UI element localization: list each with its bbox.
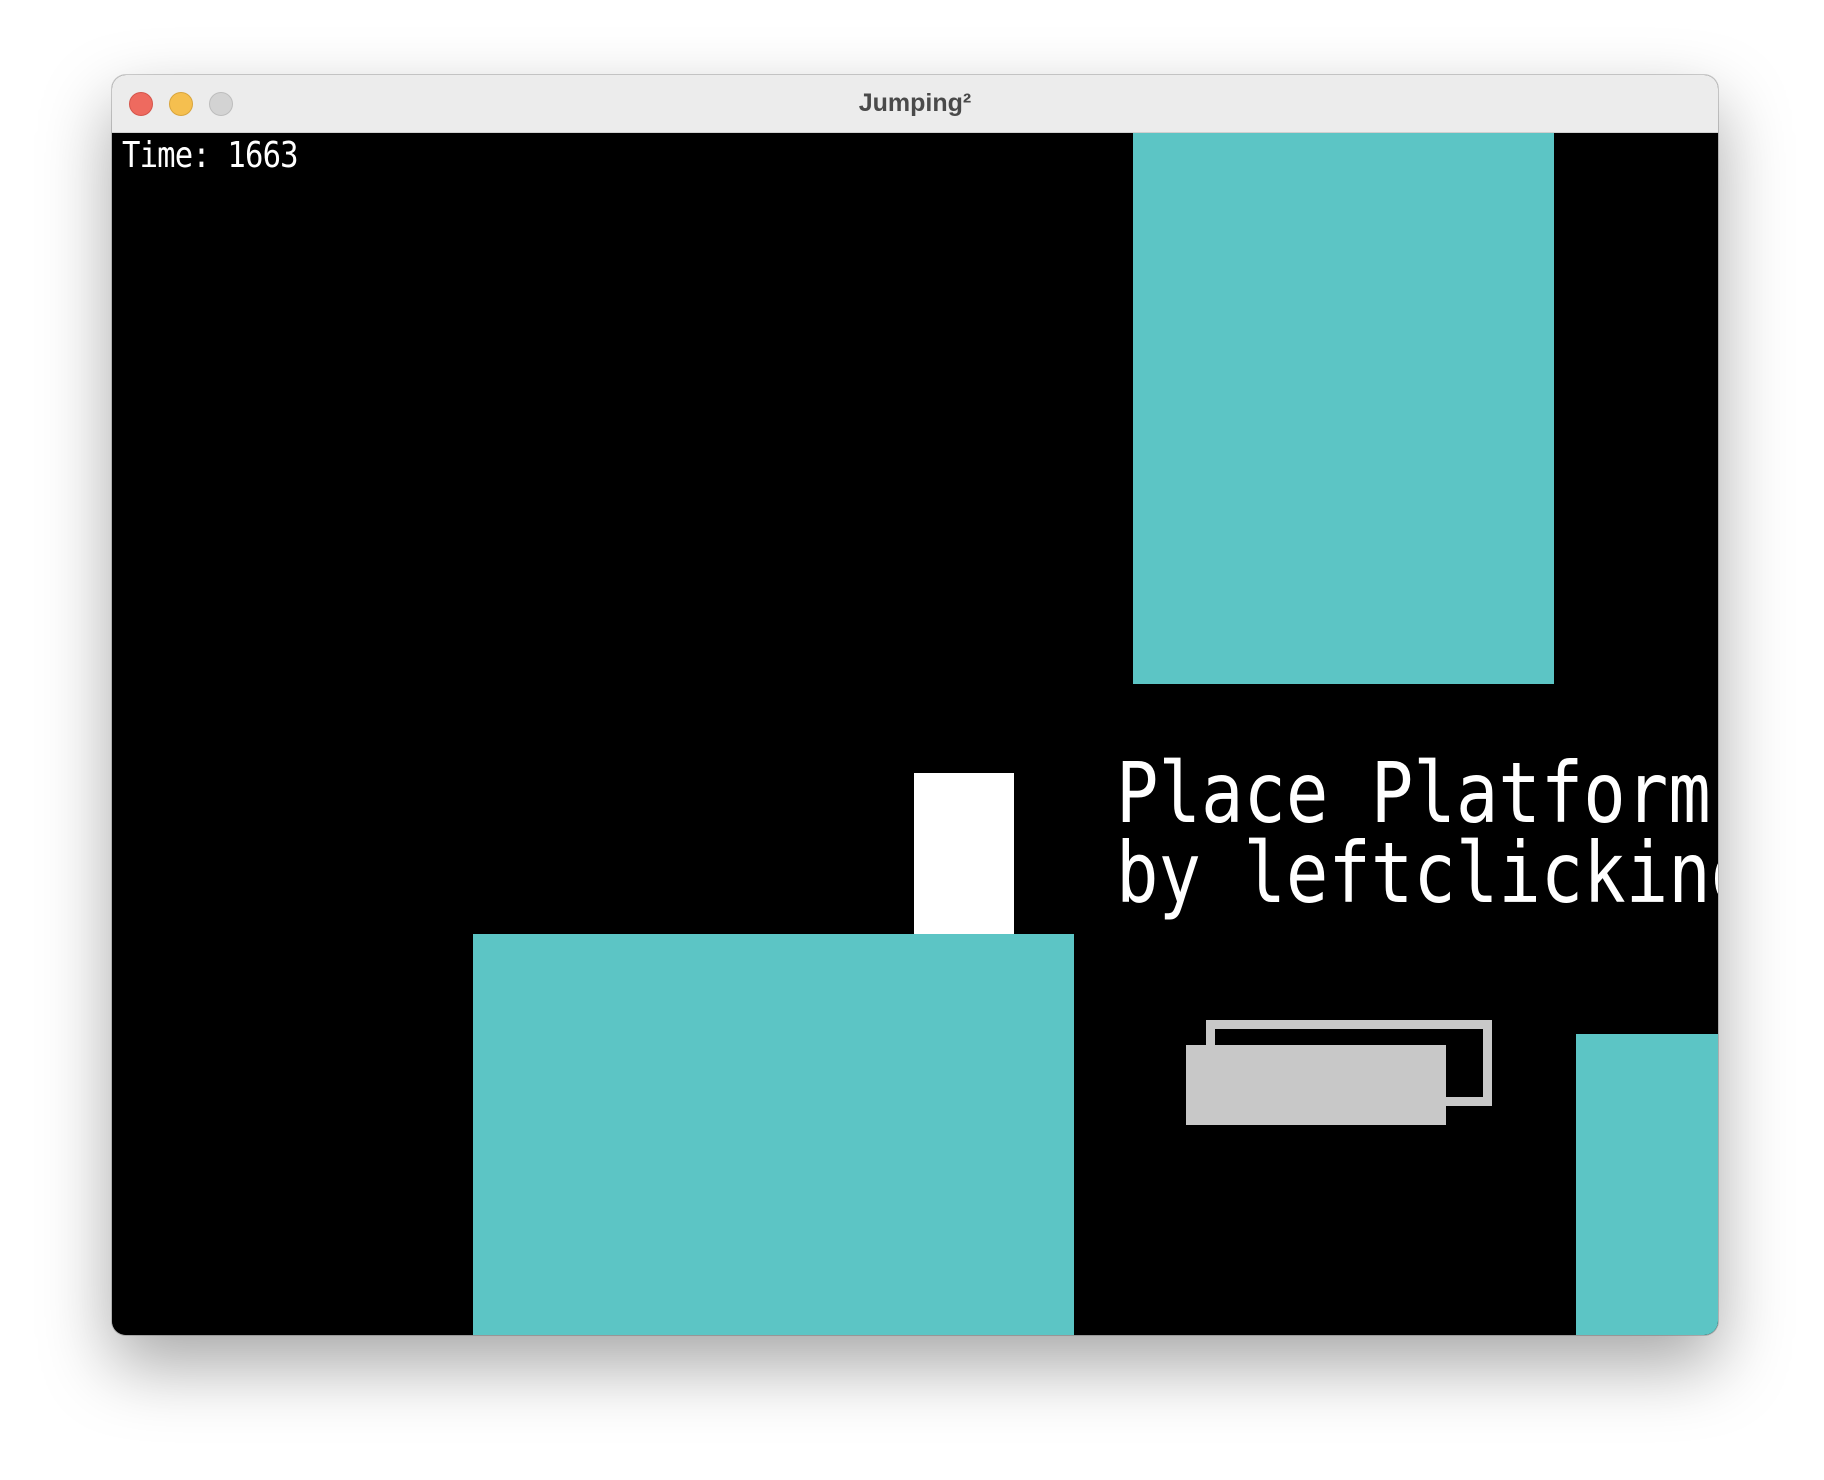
platform-ground [473, 934, 1074, 1335]
platform-top [1133, 133, 1554, 684]
tutorial-hint-line-2: by leftclicking [1116, 824, 1718, 922]
game-canvas[interactable]: Time: 1663 Place Platforms by leftclicki… [112, 133, 1718, 1335]
time-counter: Time: 1663 [122, 135, 299, 176]
tutorial-hint-line-1: Place Platforms [1116, 744, 1718, 842]
player-character [914, 773, 1014, 934]
game-window: Jumping² Time: 1663 Place Platforms by l… [112, 75, 1718, 1335]
platform-right [1576, 1034, 1718, 1335]
tutorial-hint: Place Platforms by leftclicking [1116, 744, 1718, 922]
window-title: Jumping² [858, 89, 972, 117]
platform-placement-preview [1186, 1045, 1446, 1125]
title-bar: Jumping² [112, 75, 1718, 133]
